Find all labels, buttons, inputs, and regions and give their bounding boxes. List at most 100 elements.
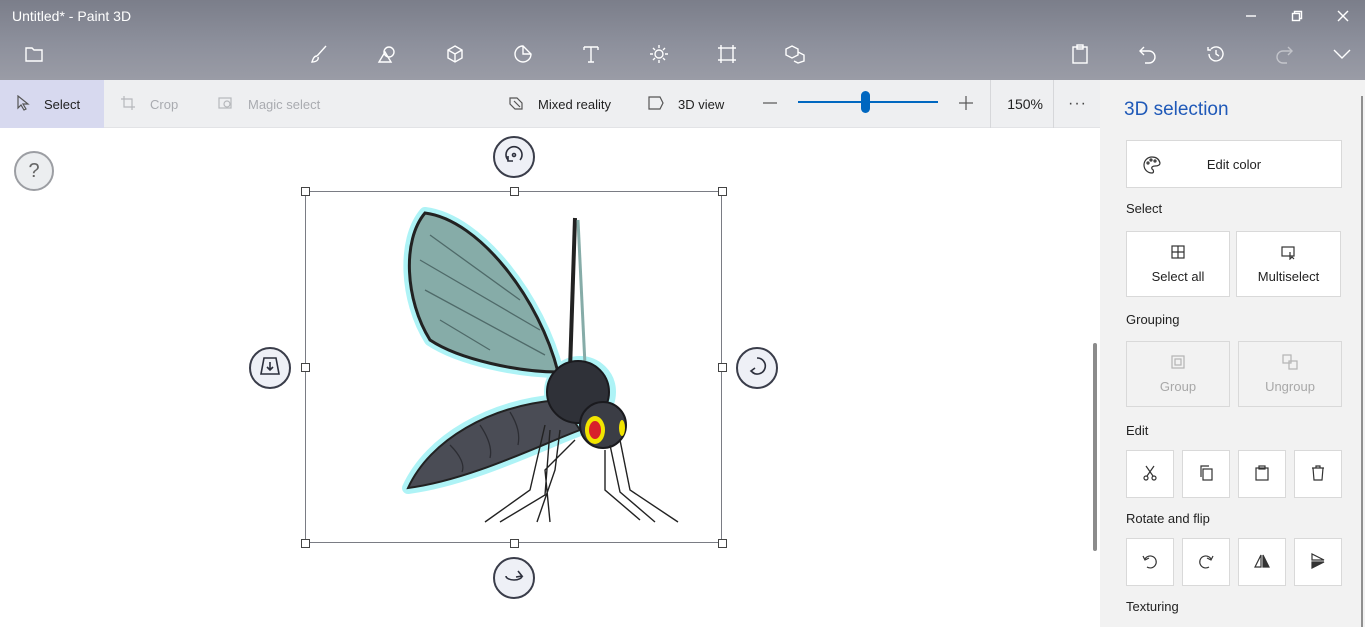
effects-button[interactable]: [643, 40, 675, 72]
mixed-reality-button[interactable]: Mixed reality: [508, 80, 611, 128]
stickers-icon: [513, 44, 533, 69]
brushes-button[interactable]: [303, 40, 335, 72]
texturing-section-label: Texturing: [1126, 599, 1179, 614]
ungroup-button[interactable]: Ungroup: [1238, 341, 1342, 407]
group-label: Group: [1159, 379, 1197, 394]
resize-handle-bottom-left[interactable]: [301, 539, 310, 548]
rotate-y-handle[interactable]: [493, 557, 535, 599]
crop-icon: [120, 95, 150, 114]
brushes-icon: [309, 44, 329, 69]
rotate-side-icon: [746, 355, 768, 382]
rotate-flip-section-label: Rotate and flip: [1126, 511, 1210, 526]
zoom-in-button[interactable]: [958, 80, 974, 128]
flip-horizontal-button[interactable]: [1238, 538, 1286, 586]
rotate-right-button[interactable]: [1182, 538, 1230, 586]
expand-icon: [1332, 44, 1352, 69]
crop-label: Crop: [150, 96, 179, 112]
depth-handle[interactable]: [249, 347, 291, 389]
select-all-icon: [1170, 244, 1186, 263]
3d-library-button[interactable]: [779, 40, 811, 72]
restore-button[interactable]: [1274, 0, 1320, 32]
resize-handle-top-right[interactable]: [718, 187, 727, 196]
rotate-x-handle[interactable]: [493, 136, 535, 178]
group-button[interactable]: Group: [1126, 341, 1230, 407]
mixed-reality-icon: [508, 95, 538, 114]
multiselect-label: Multiselect: [1257, 269, 1320, 284]
magic-select-label: Magic select: [248, 96, 321, 112]
2d-shapes-icon: [377, 44, 397, 69]
window-title: Untitled* - Paint 3D: [12, 8, 132, 24]
push-depth-icon: [259, 355, 281, 382]
history-button[interactable]: [1200, 40, 1232, 72]
resize-handle-bottom-right[interactable]: [718, 539, 727, 548]
resize-handle-top[interactable]: [510, 187, 519, 196]
more-options-button[interactable]: ···: [1068, 80, 1087, 128]
3d-view-label: 3D view: [678, 96, 725, 112]
title-toolbar: Untitled* - Paint 3D: [0, 0, 1365, 80]
multiselect-button[interactable]: Multiselect: [1236, 231, 1341, 297]
zoom-out-button[interactable]: [762, 80, 778, 128]
flip-vertical-button[interactable]: [1294, 538, 1342, 586]
select-all-button[interactable]: Select all: [1126, 231, 1230, 297]
select-all-label: Select all: [1151, 269, 1205, 284]
cut-button[interactable]: [1126, 450, 1174, 498]
stickers-button[interactable]: [507, 40, 539, 72]
cursor-icon: [16, 94, 44, 114]
folder-icon: [25, 46, 43, 67]
magic-select-button[interactable]: Magic select: [218, 80, 320, 128]
copy-button[interactable]: [1182, 450, 1230, 498]
3d-library-icon: [785, 44, 805, 69]
close-button[interactable]: [1320, 0, 1365, 32]
paste-button[interactable]: [1064, 40, 1096, 72]
3d-view-icon: [648, 95, 678, 114]
scissors-icon: [1142, 465, 1158, 484]
minimize-button[interactable]: [1228, 0, 1274, 32]
plus-icon: [958, 95, 974, 114]
resize-handle-left[interactable]: [301, 363, 310, 372]
crop-button[interactable]: Crop: [120, 80, 178, 128]
edit-color-label: Edit color: [1206, 156, 1262, 172]
rotate-left-button[interactable]: [1126, 538, 1174, 586]
zoom-slider-thumb[interactable]: [861, 91, 871, 113]
resize-handle-top-left[interactable]: [301, 187, 310, 196]
paint3d-window: Untitled* - Paint 3D Select Crop Magic s…: [0, 0, 1365, 627]
select-label: Select: [44, 96, 81, 112]
redo-button[interactable]: [1268, 40, 1300, 72]
resize-handle-bottom[interactable]: [510, 539, 519, 548]
help-button[interactable]: ?: [14, 151, 54, 191]
canvas-scrollbar[interactable]: [1093, 343, 1097, 551]
edit-color-button[interactable]: Edit color: [1126, 140, 1342, 188]
grouping-section-label: Grouping: [1126, 312, 1180, 327]
rotate-z-handle[interactable]: [736, 347, 778, 389]
expand-button[interactable]: [1326, 40, 1358, 72]
rotate-right-icon: [1198, 553, 1214, 572]
paste-panel-button[interactable]: [1238, 450, 1286, 498]
edit-section-label: Edit: [1126, 423, 1149, 438]
3d-view-button[interactable]: 3D view: [648, 80, 724, 128]
canvas-button[interactable]: [711, 40, 743, 72]
side-panel: 3D selection Edit color Select Select al…: [1100, 80, 1365, 627]
select-tool-button[interactable]: Select: [0, 80, 104, 128]
resize-handle-right[interactable]: [718, 363, 727, 372]
text-button[interactable]: [575, 40, 607, 72]
mixed-reality-label: Mixed reality: [538, 96, 611, 112]
undo-button[interactable]: [1132, 40, 1164, 72]
ungroup-label: Ungroup: [1265, 379, 1315, 394]
3d-shapes-button[interactable]: [439, 40, 471, 72]
multiselect-icon: [1280, 244, 1297, 263]
ungroup-icon: [1282, 354, 1298, 373]
selection-box[interactable]: [305, 191, 722, 543]
flip-vertical-icon: [1310, 552, 1326, 572]
menu-button[interactable]: [18, 40, 50, 72]
magic-select-icon: [218, 95, 248, 114]
panel-scrollbar[interactable]: [1361, 96, 1363, 627]
undo-icon: [1138, 44, 1158, 69]
2d-shapes-button[interactable]: [371, 40, 403, 72]
history-icon: [1206, 44, 1226, 69]
paste-icon: [1254, 464, 1270, 484]
zoom-level[interactable]: 150%: [990, 80, 1054, 128]
delete-button[interactable]: [1294, 450, 1342, 498]
text-icon: [581, 44, 601, 69]
copy-icon: [1198, 464, 1214, 484]
3d-shapes-icon: [445, 44, 465, 69]
